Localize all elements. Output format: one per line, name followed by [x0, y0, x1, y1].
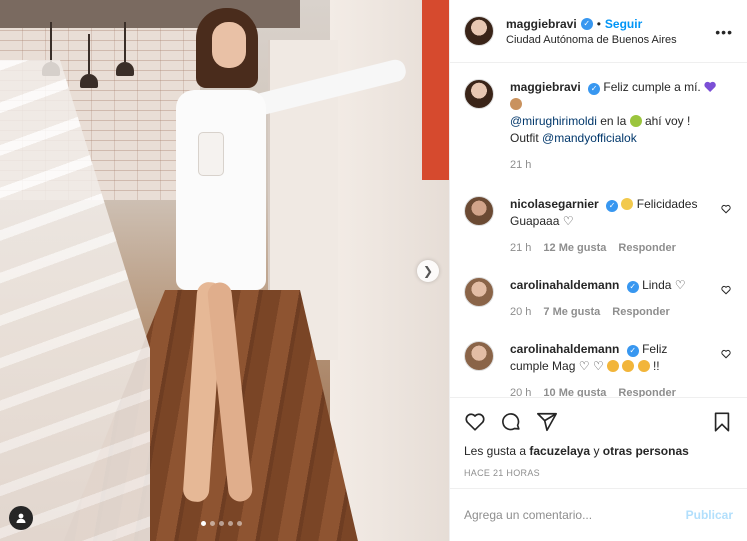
- liker-username-link[interactable]: facuzelaya: [529, 444, 590, 458]
- follow-button[interactable]: Seguir: [605, 17, 642, 31]
- reply-button[interactable]: Responder: [618, 240, 675, 257]
- tagged-users-button[interactable]: [9, 506, 33, 530]
- red-wall-strip: [422, 0, 449, 180]
- comments-list[interactable]: maggiebravi ✓ Feliz cumple a mí. @mirugh…: [450, 63, 747, 397]
- like-comment-heart-icon[interactable]: [721, 285, 731, 295]
- verified-badge-icon: ✓: [626, 280, 639, 293]
- mention-link[interactable]: @mandyofficialok: [542, 131, 637, 145]
- smiling-face-emoji-icon: [637, 360, 650, 373]
- caption-text: Feliz cumple a mí.: [603, 80, 701, 95]
- comment-time: 21 h: [510, 242, 532, 255]
- comment-text: !!: [652, 359, 660, 374]
- avatar[interactable]: [464, 79, 494, 110]
- caption-text: Outfit: [510, 131, 539, 146]
- comment: carolinahaldemann ✓ Feliz cumple Mag ♡ ♡…: [464, 341, 733, 397]
- username-link[interactable]: maggiebravi: [506, 17, 577, 31]
- white-heart-emoji-icon: ♡: [562, 214, 574, 229]
- username-link[interactable]: carolinahaldemann: [510, 342, 619, 356]
- user-icon: [16, 513, 26, 523]
- separator-dot: •: [596, 16, 601, 31]
- pendant-lamp: [116, 22, 134, 76]
- avatar[interactable]: [464, 341, 494, 372]
- smiling-face-emoji-icon: [606, 360, 619, 373]
- ceiling: [0, 0, 300, 28]
- carousel-dot[interactable]: [201, 521, 206, 526]
- comment-likes[interactable]: 12 Me gusta: [543, 240, 606, 257]
- likes-summary: Les gusta a facuzelaya y otras personas: [464, 444, 733, 458]
- other-likers-link[interactable]: otras personas: [603, 444, 689, 458]
- likes-prefix: Les gusta a: [464, 444, 527, 459]
- verified-badge-icon: ✓: [626, 344, 639, 357]
- mention-link[interactable]: @mirughirimoldi: [510, 114, 597, 128]
- reply-button[interactable]: Responder: [612, 304, 669, 321]
- more-options-icon[interactable]: •••: [715, 24, 733, 40]
- comment-text: Guapaaa: [510, 214, 560, 229]
- post-header: maggiebravi ✓ • Seguir Ciudad Autónoma d…: [450, 0, 747, 64]
- comment-bubble-icon[interactable]: [500, 411, 522, 433]
- location-link[interactable]: Ciudad Autónoma de Buenos Aires: [506, 34, 677, 46]
- comment: carolinahaldemann ✓ Linda ♡ 20 h 7 Me gu…: [464, 277, 733, 321]
- caption: maggiebravi ✓ Feliz cumple a mí. @mirugh…: [464, 79, 733, 174]
- comment-input[interactable]: [464, 507, 686, 522]
- person-white-dress: [176, 90, 266, 290]
- post-timestamp: HACE 21 HORAS: [464, 468, 540, 479]
- username-link[interactable]: maggiebravi: [510, 80, 581, 94]
- username-link[interactable]: carolinahaldemann: [510, 278, 619, 292]
- comment-text: Feliz: [642, 342, 668, 357]
- likes-connector: y: [593, 444, 600, 459]
- caption-time: 21 h: [510, 159, 532, 172]
- avatar[interactable]: [464, 16, 494, 47]
- chevron-right-icon: ❯: [422, 264, 434, 278]
- add-comment-bar: Publicar: [450, 487, 747, 541]
- like-comment-heart-icon[interactable]: [721, 349, 731, 359]
- carousel-dot[interactable]: [219, 521, 224, 526]
- post-side-panel: maggiebravi ✓ • Seguir Ciudad Autónoma d…: [449, 0, 747, 541]
- cake-emoji-icon: [510, 98, 522, 111]
- comment-time: 20 h: [510, 387, 532, 398]
- verified-badge-icon: ✓: [580, 17, 593, 30]
- white-heart-emoji-icon: ♡: [674, 278, 686, 293]
- person-face: [212, 22, 246, 68]
- reply-button[interactable]: Responder: [618, 385, 675, 397]
- white-heart-emoji-icon: ♡: [592, 359, 604, 374]
- carousel-dot[interactable]: [210, 521, 215, 526]
- instagram-post-modal: ❯ maggiebravi ✓ • Seguir Ciudad Autónoma…: [0, 0, 747, 541]
- avatar[interactable]: [464, 196, 494, 227]
- comment-time: 20 h: [510, 306, 532, 319]
- share-send-icon[interactable]: [536, 411, 558, 433]
- verified-badge-icon: ✓: [606, 199, 619, 212]
- comment: nicolasegarnier ✓ Felicidades Guapaaa ♡ …: [464, 196, 733, 257]
- like-heart-icon[interactable]: [464, 411, 486, 433]
- comment-text: cumple Mag: [510, 359, 576, 374]
- comment-likes[interactable]: 10 Me gusta: [543, 385, 606, 397]
- caption-text: ahí voy !: [644, 114, 691, 129]
- comment-text: Linda: [642, 278, 672, 293]
- carousel-dot[interactable]: [237, 521, 242, 526]
- post-actions: Les gusta a facuzelaya y otras personas …: [450, 397, 747, 488]
- like-comment-heart-icon[interactable]: [721, 204, 731, 214]
- pear-emoji-icon: [629, 115, 642, 128]
- verified-badge-icon: ✓: [588, 82, 601, 95]
- carousel-next-button[interactable]: ❯: [417, 260, 439, 282]
- save-bookmark-icon[interactable]: [711, 411, 733, 433]
- username-link[interactable]: nicolasegarnier: [510, 197, 599, 211]
- comment-likes[interactable]: 7 Me gusta: [543, 304, 600, 321]
- caption-text: en la: [600, 114, 627, 129]
- comment-text: Felicidades: [636, 197, 698, 212]
- purple-heart-emoji-icon: [704, 81, 716, 93]
- post-image[interactable]: ❯: [0, 0, 449, 541]
- avatar[interactable]: [464, 277, 494, 308]
- smiling-face-emoji-icon: [622, 360, 635, 373]
- carousel-dots: [201, 521, 242, 526]
- sparkles-emoji-icon: [621, 198, 634, 211]
- publish-button[interactable]: Publicar: [686, 508, 733, 522]
- carousel-dot[interactable]: [228, 521, 233, 526]
- white-heart-emoji-icon: ♡: [578, 359, 590, 374]
- phone: [198, 132, 224, 176]
- pendant-lamp: [80, 34, 98, 88]
